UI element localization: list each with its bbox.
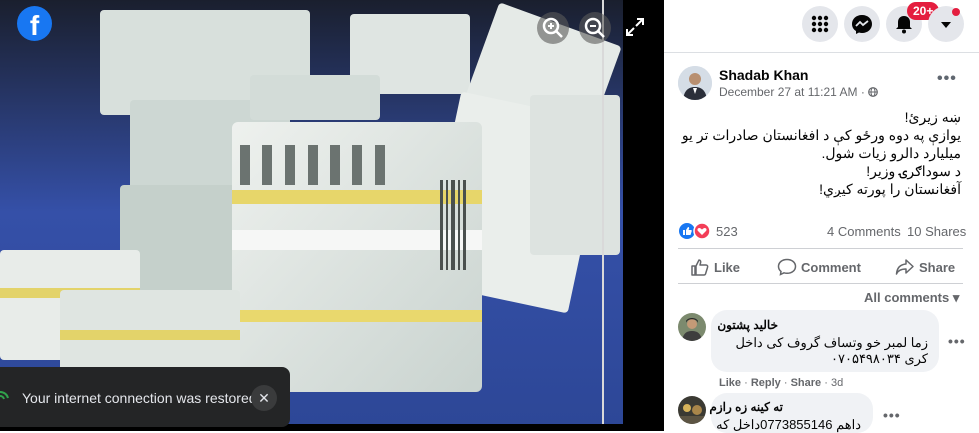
comments-count[interactable]: 4 Comments xyxy=(827,224,901,239)
post-line: آفغانستان را پورته کيږي! xyxy=(819,181,961,197)
like-label: Like xyxy=(714,260,741,275)
comment-time[interactable]: 3d xyxy=(831,377,843,389)
author-name[interactable]: Shadab Khan xyxy=(719,67,808,83)
reaction-icons[interactable] xyxy=(678,222,712,240)
zoom-in-icon xyxy=(542,17,563,38)
menu-button[interactable] xyxy=(802,6,838,42)
shares-count[interactable]: 10 Shares xyxy=(907,224,966,239)
commenter-avatar-image xyxy=(678,396,706,424)
meta-separator: · xyxy=(860,85,865,99)
account-alert-dot xyxy=(952,8,960,16)
author-avatar[interactable] xyxy=(678,66,712,100)
commenter-avatar[interactable] xyxy=(678,396,706,424)
messenger-button[interactable] xyxy=(844,6,880,42)
comment-button[interactable]: Comment xyxy=(777,258,867,276)
expand-icon xyxy=(626,18,644,36)
comment-actions: Like · Reply · Share · 3d xyxy=(719,377,844,389)
menu-grid-icon xyxy=(811,15,829,33)
actions-divider xyxy=(678,283,963,284)
comment-options-button[interactable]: ••• xyxy=(948,333,966,349)
post-line: ميليارد دالرو زيات شول. xyxy=(821,145,961,161)
comment-text: کری ۰۷۰۵۴۹۸۰۳۴ xyxy=(831,351,928,366)
comment-share-link[interactable]: Share xyxy=(791,377,822,389)
connection-toast: Your internet connection was restored. ✕ xyxy=(0,367,290,427)
post-text: ښه زيرئ! يوازې په دوه ورځو کې د افغانستا… xyxy=(681,108,961,198)
commenter-avatar[interactable] xyxy=(678,313,706,341)
commenter-avatar-image xyxy=(678,313,706,341)
love-reaction-icon xyxy=(693,222,711,240)
post-photo[interactable] xyxy=(0,0,623,424)
like-reaction-icon xyxy=(679,223,695,239)
post-options-button[interactable]: ••• xyxy=(937,70,957,88)
toast-message: Your internet connection was restored. xyxy=(22,390,261,406)
like-button[interactable]: Like xyxy=(690,258,750,276)
post-meta: December 27 at 11:21 AM · xyxy=(719,85,879,99)
post-line: د سوداګرۍ وزير! xyxy=(866,163,961,179)
zoom-out-icon xyxy=(584,17,605,38)
thumbs-up-icon xyxy=(691,259,709,276)
commenter-name[interactable]: خالید پشتون xyxy=(717,318,778,332)
close-icon[interactable]: ✕ xyxy=(251,385,277,411)
post-line: ښه زيرئ! xyxy=(904,109,961,125)
messenger-icon xyxy=(852,15,872,34)
comment-text: زما لمبر خو وتساف گروف کی داخل xyxy=(735,335,928,350)
globe-icon xyxy=(868,87,879,97)
wifi-icon xyxy=(0,391,9,400)
stats-divider xyxy=(678,248,963,249)
money-bundles-image xyxy=(0,0,623,424)
commenter-name[interactable]: ته کينه زه رازم xyxy=(709,400,783,414)
all-comments-filter[interactable]: All comments ▾ xyxy=(864,290,959,306)
share-button[interactable]: Share xyxy=(895,258,960,276)
post-line: يوازې په دوه ورځو کې د افغانستان صادرات … xyxy=(681,127,961,143)
comment-like-link[interactable]: Like xyxy=(719,377,741,389)
comment-icon xyxy=(777,258,797,276)
post-date[interactable]: December 27 at 11:21 AM xyxy=(719,85,858,99)
share-label: Share xyxy=(919,260,956,275)
zoom-in-button[interactable] xyxy=(537,12,569,44)
photo-viewer: f Your internet connection was restored. xyxy=(0,0,664,431)
reaction-count[interactable]: 523 xyxy=(716,224,738,239)
header-divider xyxy=(664,52,979,53)
comment-options-button[interactable]: ••• xyxy=(883,407,901,423)
avatar-image xyxy=(678,66,712,100)
comment-label: Comment xyxy=(801,260,861,275)
facebook-logo-icon[interactable]: f xyxy=(17,6,52,41)
viewer-right-strip xyxy=(623,0,664,431)
comment-text: داهم 0773855146داخل که xyxy=(716,417,861,432)
fullscreen-button[interactable] xyxy=(624,16,646,38)
zoom-out-button[interactable] xyxy=(579,12,611,44)
comment-reply-link[interactable]: Reply xyxy=(751,377,781,389)
share-icon xyxy=(895,259,914,275)
